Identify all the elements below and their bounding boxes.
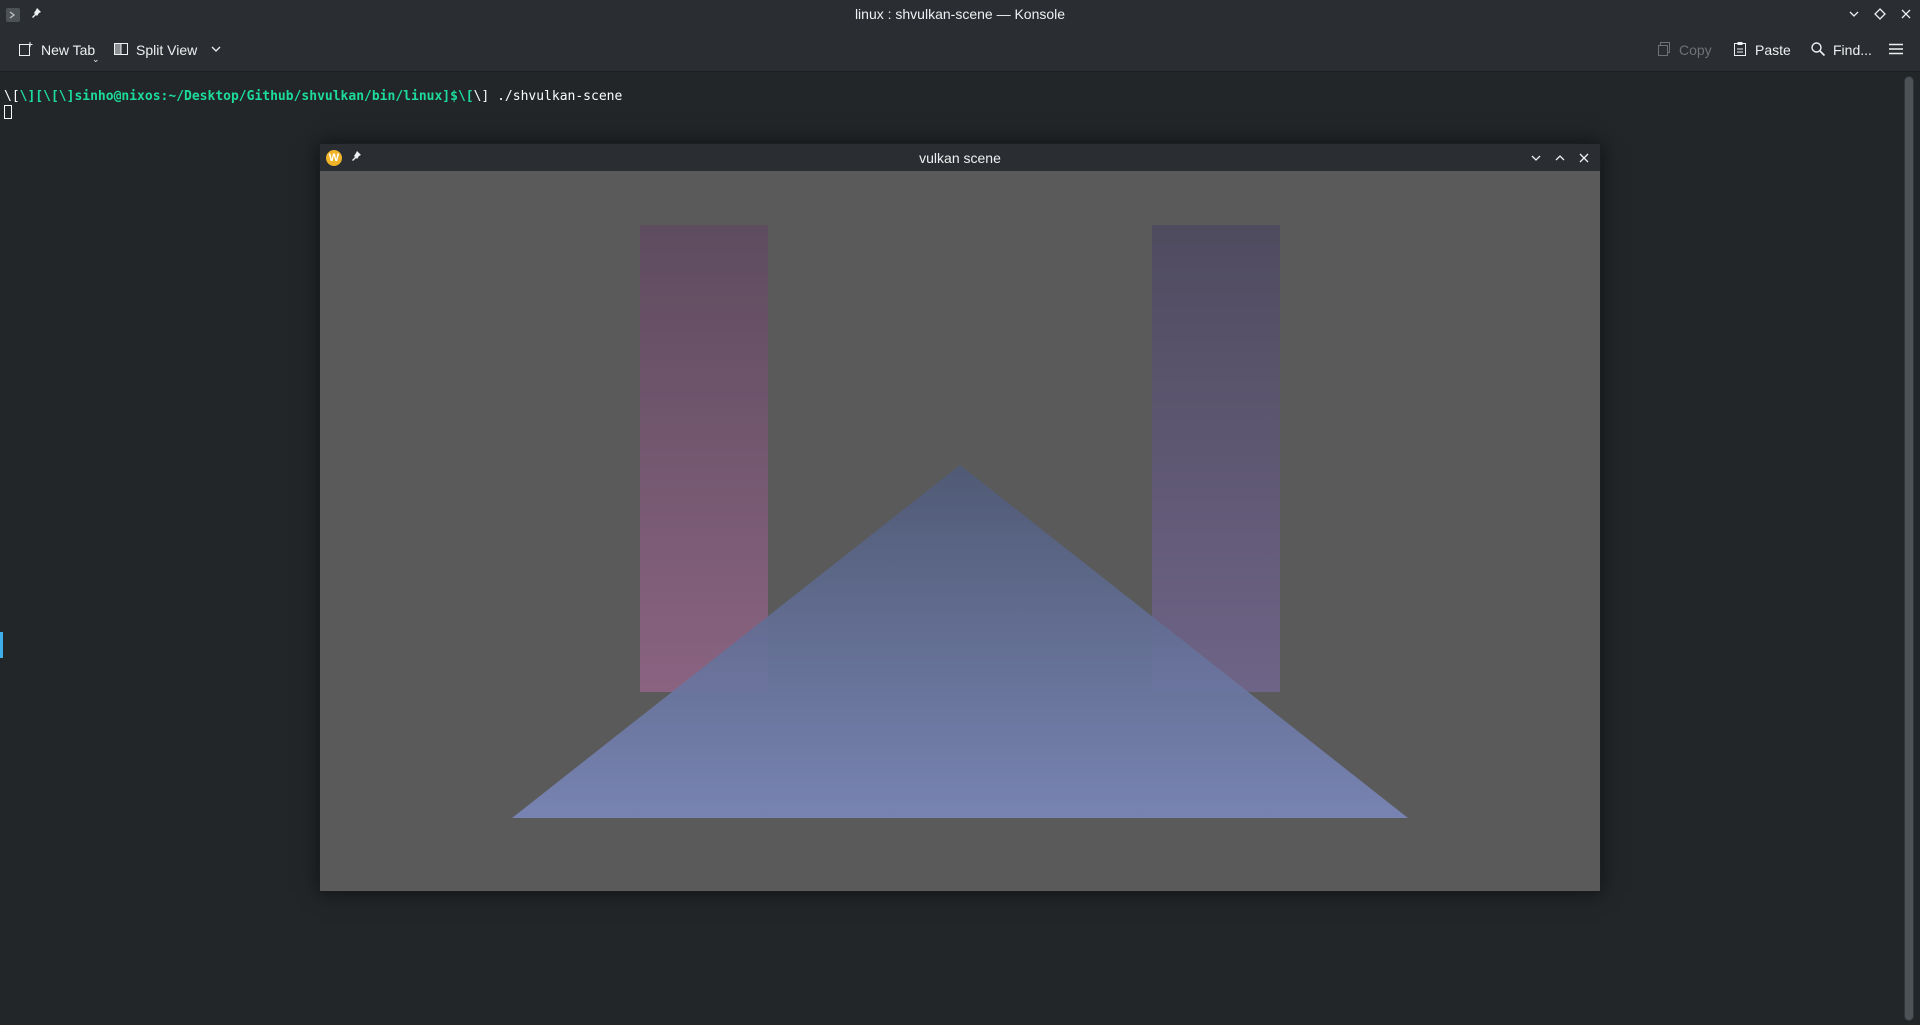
paste-button[interactable]: Paste	[1732, 38, 1791, 62]
split-view-label: Split View	[136, 42, 198, 58]
chevron-down-icon[interactable]	[210, 42, 222, 58]
minimize-button[interactable]	[1844, 4, 1864, 24]
hamburger-menu-icon	[1888, 41, 1904, 60]
maximize-button[interactable]	[1870, 4, 1890, 24]
search-icon	[1810, 41, 1826, 60]
new-tab-button[interactable]: New Tab	[18, 38, 95, 62]
hamburger-menu-button[interactable]	[1888, 38, 1904, 62]
copy-icon	[1656, 41, 1672, 60]
scroll-marker	[0, 632, 3, 658]
terminal-cursor	[4, 105, 12, 119]
window-title: linux : shvulkan-scene — Konsole	[854, 6, 1066, 22]
find-button[interactable]: Find...	[1810, 38, 1872, 62]
maximize-button[interactable]	[1550, 148, 1570, 168]
terminal-command-line: \[\][\[\]sinho@nixos:~/Desktop/Github/sh…	[4, 89, 622, 104]
prompt-command: \] ./shvulkan-scene	[473, 89, 623, 104]
prompt-colored: \][\[\]sinho@nixos:~/Desktop/Github/shvu…	[19, 89, 474, 104]
new-tab-menu-indicator-icon[interactable]: ⌄	[92, 54, 100, 65]
split-view-icon	[113, 41, 129, 60]
vulkan-window-controls	[1526, 148, 1594, 168]
close-button[interactable]	[1574, 148, 1594, 168]
window-titlebar[interactable]: linux : shvulkan-scene — Konsole	[0, 0, 1920, 28]
copy-button[interactable]: Copy	[1656, 38, 1712, 62]
window-controls	[1844, 4, 1916, 24]
prompt-prefix: \[	[4, 89, 20, 104]
paste-label: Paste	[1755, 42, 1791, 58]
vulkan-window-titlebar[interactable]: W vulkan scene	[320, 144, 1600, 171]
minimize-button[interactable]	[1526, 148, 1546, 168]
close-button[interactable]	[1896, 4, 1916, 24]
scrollbar-thumb[interactable]	[1905, 77, 1913, 1020]
vulkan-scene-window[interactable]: W vulkan scene	[319, 143, 1601, 892]
split-view-button[interactable]: Split View	[113, 38, 222, 62]
vulkan-render-canvas[interactable]	[320, 171, 1600, 891]
paste-icon	[1732, 41, 1748, 60]
right-pillar-quad	[1152, 225, 1280, 692]
find-label: Find...	[1833, 42, 1872, 58]
left-pillar-quad	[640, 225, 768, 692]
konsole-toolbar: New Tab ⌄ Split View Copy Paste Find...	[0, 28, 1920, 72]
vulkan-window-title: vulkan scene	[919, 150, 1001, 166]
new-tab-label: New Tab	[41, 42, 96, 58]
new-tab-icon	[18, 41, 34, 60]
copy-label: Copy	[1679, 42, 1712, 58]
